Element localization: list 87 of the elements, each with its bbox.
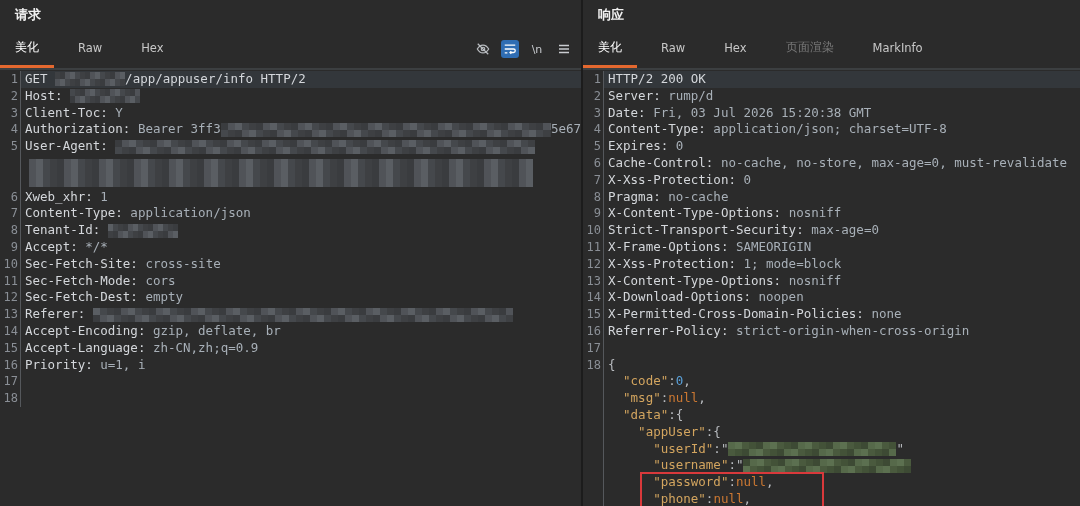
line-number: 17 [583,339,604,357]
line-number: 11 [583,238,604,256]
line-number: 15 [583,306,604,323]
redaction-blur [70,89,141,104]
line-number: 17 [0,373,21,391]
code-line: User-Agent: [21,138,581,155]
line-number: 14 [0,322,21,340]
code-line: Sec-Fetch-Mode: cors [24,272,177,290]
code-line: "password":null, [652,474,775,491]
tab[interactable]: MarkInfo [857,30,938,68]
code-line: X-Xss-Protection: 0 [607,171,752,189]
code-line: Referrer-Policy: strict-origin-when-cross-origin [607,322,971,340]
tab[interactable]: Raw [63,30,118,68]
code-line: X-Download-Options: noopen [607,289,805,307]
code-line: "code":0, [622,373,692,391]
line-number: 2 [583,87,604,105]
line-number: 10 [0,255,21,273]
line-number: 3 [583,104,604,122]
line-number: 5 [0,138,21,155]
line-number: 4 [0,121,21,139]
line-number: 10 [583,222,604,239]
code-line: X-Content-Type-Options: nosniff [607,272,843,290]
tab[interactable]: Raw [646,30,701,68]
redaction-blur [107,223,178,238]
code-line: Expires: 0 [607,138,685,155]
code-line: Content-Type: application/json; charset=UTF-8 [607,121,948,139]
code-line: Content-Type: application/json [24,205,252,223]
line-number: 16 [583,322,604,340]
code-line: Tenant-Id: [21,222,581,239]
code-line: Priority: u=1, i [24,356,147,374]
redaction-blur [55,72,126,87]
line-number: 14 [583,289,604,307]
code-line: Referer: [21,306,581,323]
newline-toggle[interactable]: \n [528,40,546,58]
code-line: Strict-Transport-Security: max-age=0 [607,222,880,239]
code-line: Accept: */* [24,238,109,256]
line-number: 7 [583,171,604,189]
line-number: 12 [583,255,604,273]
line-number: 5 [583,138,604,155]
code-line: Date: Fri, 03 Jul 2026 15:20:38 GMT [607,104,873,122]
line-number: 8 [0,222,21,239]
code-line: "appUser":{ [637,423,722,441]
line-number: 13 [583,272,604,290]
code-line: { [607,356,617,374]
code-line: Server: rump/d [607,87,715,105]
code-line: X-Frame-Options: SAMEORIGIN [607,238,813,256]
line-number: 9 [0,238,21,256]
tab[interactable]: 美化 [583,30,637,68]
line-number: 18 [583,356,604,374]
panel-title: 请求 [13,6,42,24]
line-number: 6 [0,188,21,206]
code-line: Host: [21,87,581,105]
line-number: 2 [0,87,21,105]
code-line: Xweb_xhr: 1 [24,188,109,206]
line-number: 6 [583,155,604,172]
line-number: 7 [0,205,21,223]
code-line: Authorization: Bearer 3ff3 5e67 [21,121,581,139]
code-line: Accept-Language: zh-CN,zh;q=0.9 [24,339,260,357]
code-line: X-Xss-Protection: 1; mode=block [607,255,843,273]
code-line: "phone":null, [652,490,752,506]
line-number: 15 [0,339,21,357]
code-line: Client-Toc: Y [24,104,124,122]
tab[interactable]: 美化 [0,30,54,68]
code-line: Cache-Control: no-cache, no-store, max-age=0, must-revalidate [607,155,1069,172]
line-number: 3 [0,104,21,122]
code-line: "userId":" " [652,440,905,458]
line-number: 11 [0,272,21,290]
line-number: 16 [0,356,21,374]
code-line: Pragma: no-cache [607,188,730,206]
tab[interactable]: Hex [709,30,762,68]
panel-title: 响应 [597,6,625,24]
code-line: X-Content-Type-Options: nosniff [607,205,843,223]
code-line: "msg":null, [622,390,707,407]
wrap-icon[interactable] [501,40,519,58]
code-line: X-Permitted-Cross-Domain-Policies: none [607,306,903,323]
line-number: 9 [583,205,604,223]
line-number: 4 [583,121,604,139]
line-number: 8 [583,188,604,206]
line-number: 18 [0,390,21,407]
code-line: Sec-Fetch-Site: cross-site [24,255,222,273]
code-line: Accept-Encoding: gzip, deflate, br [24,322,282,340]
code-line: "username":" [604,457,1080,475]
code-line: "data":{ [622,406,685,424]
code-line: Sec-Fetch-Dest: empty [24,289,185,307]
line-number: 12 [0,289,21,307]
line-number: 13 [0,306,21,323]
tab[interactable]: Hex [126,30,179,68]
